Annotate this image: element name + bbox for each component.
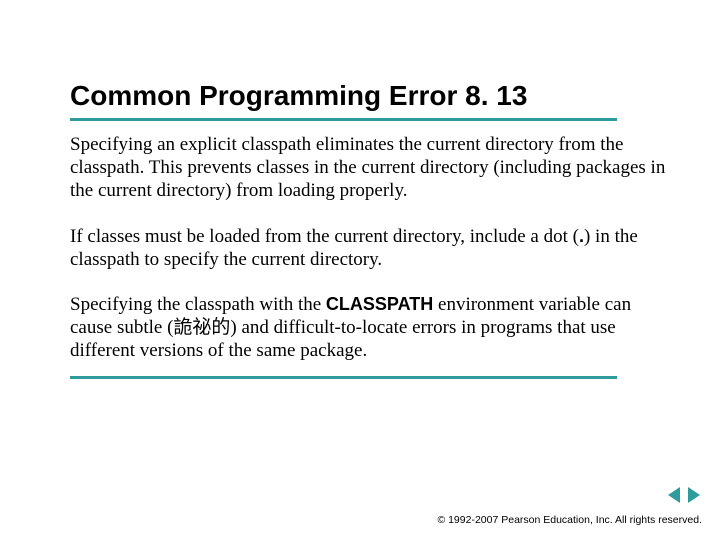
paragraph-3-pre: Specifying the classpath with the <box>70 294 326 315</box>
nav-controls <box>437 487 702 508</box>
paragraph-3: Specifying the classpath with the CLASSP… <box>70 293 670 363</box>
title-underline <box>70 118 617 121</box>
content-region: Common Programming Error 8. 13 Specifyin… <box>70 80 670 379</box>
slide-title: Common Programming Error 8. 13 <box>70 80 670 112</box>
prev-slide-icon[interactable] <box>668 487 680 503</box>
slide: Common Programming Error 8. 13 Specifyin… <box>0 0 720 540</box>
copyright-text: © 1992-2007 Pearson Education, Inc. All … <box>437 514 702 526</box>
paragraph-1: Specifying an explicit classpath elimina… <box>70 133 670 203</box>
bottom-rule <box>70 376 617 379</box>
paragraph-2: If classes must be loaded from the curre… <box>70 225 670 271</box>
next-slide-icon[interactable] <box>688 487 700 503</box>
footer: © 1992-2007 Pearson Education, Inc. All … <box>437 487 702 526</box>
paragraph-2-pre: If classes must be loaded from the curre… <box>70 226 579 247</box>
classpath-literal: CLASSPATH <box>326 294 433 314</box>
